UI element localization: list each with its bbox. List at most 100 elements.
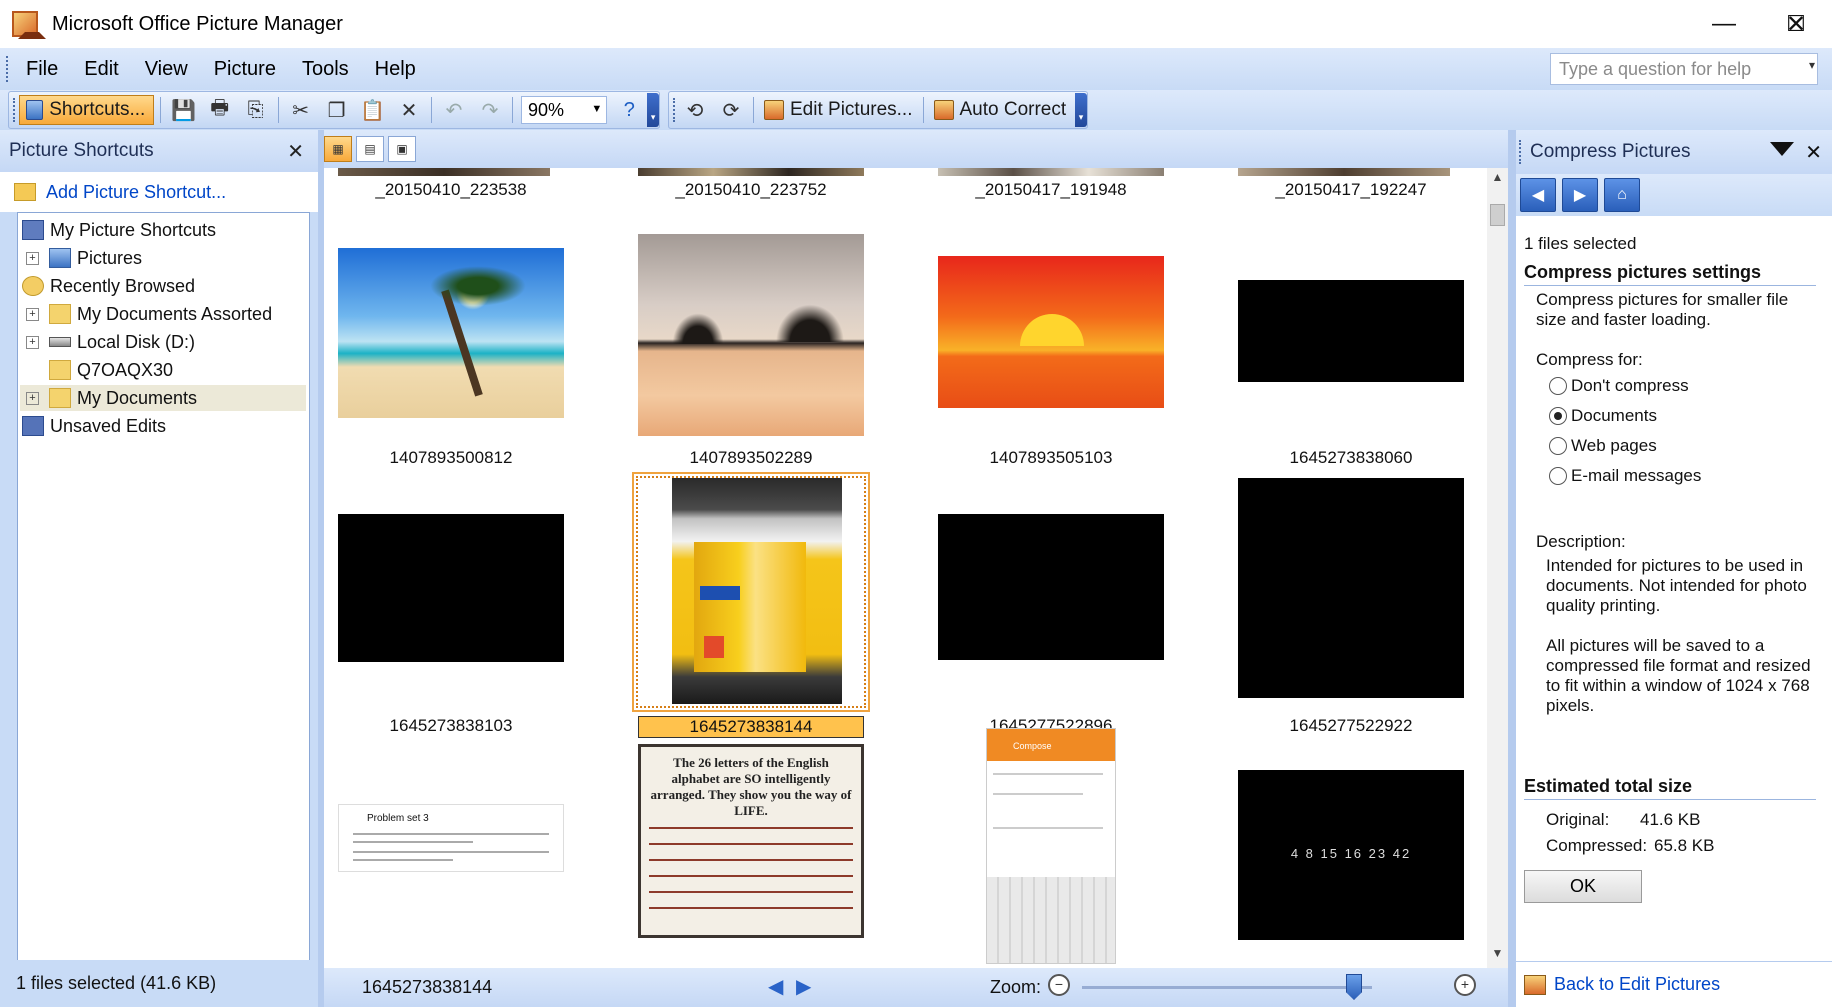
- pane-menu-icon[interactable]: [1770, 142, 1794, 156]
- tree-item-my-documents-assorted[interactable]: + My Documents Assorted: [26, 301, 272, 327]
- pane-scrollbar[interactable]: [1816, 216, 1832, 961]
- description-label: Description:: [1536, 532, 1626, 551]
- close-icon[interactable]: ✕: [287, 139, 304, 164]
- toolbar-separator: [753, 97, 754, 123]
- toolbar-grip[interactable]: [13, 98, 17, 122]
- cut-icon[interactable]: ✂: [285, 95, 317, 125]
- filmstrip-view-icon[interactable]: ▤: [356, 136, 384, 162]
- tree-item-local-disk[interactable]: + Local Disk (D:): [26, 329, 195, 355]
- auto-correct-label: Auto Correct: [959, 99, 1067, 120]
- tree-item-q7oaqx30[interactable]: Q7OAQX30: [49, 357, 173, 383]
- pictures-icon: [49, 248, 71, 268]
- export-icon[interactable]: ⎘: [240, 95, 272, 125]
- back-arrow-icon[interactable]: ◀: [1520, 178, 1556, 212]
- help-icon[interactable]: ?: [613, 95, 645, 125]
- back-link-label: Back to Edit Pictures: [1554, 974, 1721, 994]
- scroll-thumb[interactable]: [1490, 204, 1505, 226]
- radio-dont-compress[interactable]: Don't compress: [1549, 376, 1689, 396]
- toolbar-options-icon[interactable]: ▾: [647, 93, 660, 127]
- estimated-size-heading: Estimated total size: [1524, 776, 1816, 800]
- save-icon[interactable]: 💾: [167, 95, 199, 125]
- chevron-down-icon[interactable]: ▾: [1809, 58, 1815, 72]
- thumbnail-caption: 1407893500812: [389, 448, 513, 467]
- radio-web-pages[interactable]: Web pages: [1549, 436, 1657, 456]
- current-filename: 1645273838144: [362, 977, 493, 997]
- thumbnail-caption: 1645273838144: [638, 716, 864, 738]
- expand-icon[interactable]: +: [26, 391, 39, 405]
- radio-circle[interactable]: [1549, 467, 1567, 485]
- expand-icon[interactable]: +: [26, 335, 39, 349]
- text-line: [993, 773, 1103, 775]
- radio-email-messages[interactable]: E-mail messages: [1549, 466, 1701, 486]
- pane-title: Picture Shortcuts: [9, 140, 154, 161]
- thumbnail-image: [672, 478, 842, 704]
- thumbnail-caption: 1645273838103: [389, 716, 513, 735]
- paste-icon[interactable]: 📋: [357, 95, 389, 125]
- zoom-in-icon[interactable]: +: [1454, 974, 1476, 996]
- edit-pictures-icon: [764, 100, 784, 120]
- radio-circle[interactable]: [1549, 377, 1567, 395]
- zoom-select[interactable]: 90% ▼: [520, 96, 608, 124]
- menu-picture[interactable]: Picture: [214, 58, 276, 81]
- minimize-button[interactable]: —: [1688, 0, 1760, 48]
- tree-item-recently-browsed[interactable]: Recently Browsed: [22, 273, 195, 299]
- thumbnail-view-icon[interactable]: ▦: [324, 136, 352, 162]
- expand-icon[interactable]: +: [26, 307, 39, 321]
- zoom-slider-track[interactable]: [1082, 986, 1372, 989]
- pane-grip[interactable]: [1519, 140, 1521, 164]
- toolbar-options-icon[interactable]: ▾: [1075, 93, 1087, 127]
- chevron-down-icon[interactable]: ▼: [591, 103, 602, 115]
- rotate-right-icon[interactable]: ⟳: [715, 95, 747, 125]
- toolbar-grip[interactable]: [673, 98, 677, 122]
- radio-circle[interactable]: [1549, 407, 1567, 425]
- radio-circle[interactable]: [1549, 437, 1567, 455]
- close-icon[interactable]: ✕: [1805, 140, 1822, 165]
- forward-arrow-icon[interactable]: ▶: [1562, 178, 1598, 212]
- delete-icon[interactable]: ✕: [393, 95, 425, 125]
- menu-help[interactable]: Help: [375, 58, 416, 81]
- thumbnail-grid: _20150410_223538 _20150410_223752 _20150…: [324, 168, 1487, 968]
- expand-icon[interactable]: +: [26, 251, 39, 265]
- previous-picture-icon[interactable]: ◀: [768, 974, 783, 999]
- zoom-value: 90%: [527, 100, 564, 120]
- title-bar: Microsoft Office Picture Manager — ☐ ✕: [0, 0, 1832, 48]
- tree-item-my-picture-shortcuts[interactable]: My Picture Shortcuts: [22, 217, 216, 243]
- add-picture-shortcut-link[interactable]: Add Picture Shortcut...: [0, 172, 318, 212]
- next-picture-icon[interactable]: ▶: [796, 974, 811, 999]
- rotate-left-icon[interactable]: ⟲: [679, 95, 711, 125]
- scroll-up-icon[interactable]: ▲: [1487, 170, 1508, 190]
- copy-icon[interactable]: ❐: [321, 95, 353, 125]
- thumbnail-image: [338, 168, 550, 176]
- menubar-grip[interactable]: [6, 56, 10, 82]
- radio-documents[interactable]: Documents: [1549, 406, 1657, 426]
- auto-correct-button[interactable]: Auto Correct: [930, 95, 1071, 125]
- menu-tools[interactable]: Tools: [302, 58, 349, 81]
- menu-edit[interactable]: Edit: [84, 58, 118, 81]
- home-icon[interactable]: ⌂: [1604, 178, 1640, 212]
- tree-item-my-documents[interactable]: + My Documents: [20, 385, 306, 411]
- edit-pictures-button[interactable]: Edit Pictures...: [760, 95, 917, 125]
- selection-count: 1 files selected: [1524, 234, 1637, 253]
- single-picture-view-icon[interactable]: ▣: [388, 136, 416, 162]
- zoom-slider-thumb[interactable]: [1346, 974, 1362, 1000]
- shortcuts-button[interactable]: Shortcuts...: [18, 95, 155, 125]
- back-to-edit-pictures-link[interactable]: Back to Edit Pictures: [1516, 961, 1832, 1007]
- undo-icon[interactable]: ↶: [438, 95, 470, 125]
- print-icon[interactable]: 🖶: [204, 95, 236, 125]
- redo-icon[interactable]: ↷: [474, 95, 506, 125]
- compressed-size-value: 65.8 KB: [1654, 836, 1715, 855]
- pane-splitter[interactable]: [1508, 130, 1516, 1007]
- tree-item-pictures[interactable]: + Pictures: [26, 245, 142, 271]
- menu-view[interactable]: View: [145, 58, 188, 81]
- scroll-down-icon[interactable]: ▼: [1487, 946, 1508, 966]
- help-search-input[interactable]: Type a question for help ▾: [1550, 53, 1818, 85]
- menu-file[interactable]: File: [26, 58, 58, 81]
- vertical-scrollbar[interactable]: ▲ ▼: [1487, 168, 1508, 968]
- thumbnail-image: [938, 256, 1164, 408]
- folder-icon: [49, 360, 71, 380]
- close-button[interactable]: ✕: [1760, 0, 1832, 48]
- tree-label: My Picture Shortcuts: [50, 219, 217, 240]
- zoom-out-icon[interactable]: −: [1048, 974, 1070, 996]
- tree-item-unsaved-edits[interactable]: Unsaved Edits: [22, 413, 166, 439]
- ok-button[interactable]: OK: [1524, 870, 1642, 903]
